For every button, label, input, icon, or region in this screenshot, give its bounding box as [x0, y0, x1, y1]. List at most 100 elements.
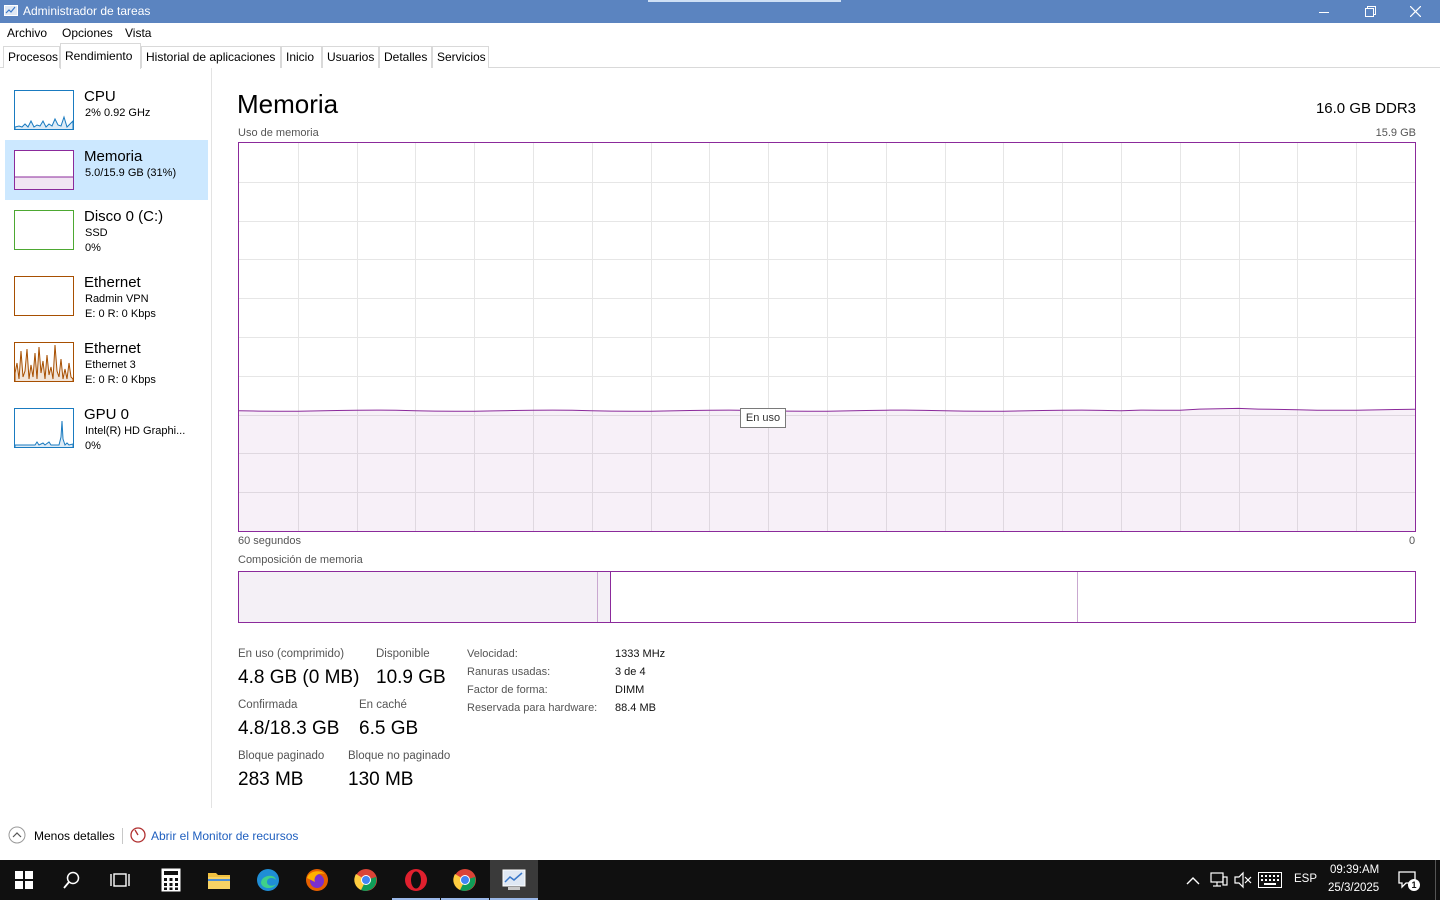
form-factor-label: Factor de forma: [467, 684, 548, 696]
composition-free [1079, 572, 1415, 622]
memory-usage: 5.0/15.9 GB (31%) [85, 167, 177, 179]
window-title: Administrador de tareas [23, 4, 151, 18]
menu-archivo[interactable]: Archivo [7, 26, 47, 40]
hardware-reserved-label: Reservada para hardware: [467, 702, 598, 714]
task-manager-icon [4, 4, 18, 18]
paged-pool-value: 283 MB [238, 769, 304, 790]
menu-vista[interactable]: Vista [125, 26, 151, 40]
file-explorer-app[interactable] [195, 860, 243, 900]
resource-monitor-icon [130, 827, 146, 848]
clock-time[interactable]: 09:39:AM [1330, 864, 1379, 876]
nonpaged-pool-label: Bloque no paginado [348, 750, 451, 762]
composition-label: Composición de memoria [238, 554, 363, 566]
firefox-app[interactable] [293, 860, 341, 900]
composition-in-use [239, 572, 598, 622]
in-use-label: En uso (comprimido) [238, 648, 345, 660]
disk-thumbnail [14, 210, 74, 250]
search-icon [63, 871, 80, 889]
show-desktop-button[interactable] [1435, 860, 1440, 900]
input-language[interactable]: ESP [1294, 873, 1317, 885]
minimize-button[interactable] [1301, 0, 1347, 23]
resource-disco[interactable]: Disco 0 (C:) SSD 0% [5, 200, 208, 260]
close-button[interactable] [1392, 0, 1438, 23]
graph-time-left: 60 segundos [238, 535, 301, 547]
committed-value: 4.8/18.3 GB [238, 718, 340, 739]
nonpaged-pool-value: 130 MB [348, 769, 414, 790]
chrome-icon [354, 869, 377, 891]
opera-app[interactable] [392, 860, 440, 900]
available-label: Disponible [376, 648, 430, 660]
resource-ethernet-3[interactable]: Ethernet Ethernet 3 E: 0 R: 0 Kbps [5, 332, 208, 392]
tab-usuarios[interactable]: Usuarios [322, 46, 379, 68]
footer-divider [122, 828, 123, 844]
restore-button[interactable] [1347, 0, 1393, 23]
cpu-title: CPU [84, 88, 116, 105]
committed-label: Confirmada [238, 699, 298, 711]
edge-app[interactable] [244, 860, 292, 900]
taskbar: ESP 09:39:AM 25/3/2025 1 [0, 860, 1440, 900]
gpu-usage: 0% [85, 440, 101, 452]
memory-spec: 16.0 GB DDR3 [1315, 100, 1416, 117]
resource-list: CPU 2% 0.92 GHz Memoria 5.0/15.9 GB (31%… [0, 68, 212, 808]
cached-label: En caché [359, 699, 407, 711]
memory-composition-bar [238, 571, 1416, 623]
opera-icon [405, 869, 427, 891]
start-button[interactable] [0, 860, 48, 900]
restore-icon [1364, 6, 1376, 17]
memory-usage-graph [238, 142, 1416, 532]
tab-strip: Procesos Rendimiento Historial de aplica… [0, 43, 1440, 69]
ethernet-3-adapter: Ethernet 3 [85, 359, 136, 371]
edge-icon [257, 869, 279, 891]
resource-cpu[interactable]: CPU 2% 0.92 GHz [5, 80, 208, 140]
task-manager-app[interactable] [490, 860, 538, 900]
ethernet-radmin-thumbnail [14, 276, 74, 316]
less-details-button[interactable]: Menos detalles [34, 829, 115, 843]
tab-inicio[interactable]: Inicio [281, 46, 322, 68]
ethernet-radmin-throughput: E: 0 R: 0 Kbps [85, 308, 156, 320]
page-title: Memoria [237, 89, 339, 119]
close-icon [1409, 6, 1421, 17]
menu-bar: Archivo Opciones Vista [0, 23, 1440, 43]
gpu-model: Intel(R) HD Graphi... [85, 425, 186, 437]
tab-rendimiento[interactable]: Rendimiento [60, 43, 141, 69]
resource-ethernet-radmin[interactable]: Ethernet Radmin VPN E: 0 R: 0 Kbps [5, 266, 208, 326]
search-button[interactable] [48, 860, 96, 900]
composition-modified [598, 572, 611, 622]
task-manager-icon [502, 869, 526, 890]
form-factor-value: DIMM [615, 684, 645, 696]
chrome-app[interactable] [342, 860, 390, 900]
in-use-value: 4.8 GB (0 MB) [238, 667, 360, 688]
clock-date[interactable]: 25/3/2025 [1328, 882, 1379, 894]
chevron-up-icon[interactable] [8, 826, 26, 849]
chrome-app-2[interactable] [441, 860, 489, 900]
open-resource-monitor-link[interactable]: Abrir el Monitor de recursos [151, 829, 298, 843]
tab-detalles[interactable]: Detalles [379, 46, 432, 68]
ethernet-3-throughput: E: 0 R: 0 Kbps [85, 374, 156, 386]
tab-servicios[interactable]: Servicios [432, 46, 489, 68]
calculator-app[interactable] [147, 860, 195, 900]
disk-type: SSD [85, 227, 108, 239]
resource-memoria[interactable]: Memoria 5.0/15.9 GB (31%) [5, 140, 208, 200]
composition-standby [612, 572, 1078, 622]
ethernet-radmin-adapter: Radmin VPN [85, 293, 149, 305]
folder-icon [208, 873, 230, 889]
disk-title: Disco 0 (C:) [84, 208, 164, 225]
slots-value: 3 de 4 [615, 666, 646, 678]
footer: Menos detalles Abrir el Monitor de recur… [0, 820, 1440, 850]
calculator-icon [161, 868, 181, 892]
network-icon[interactable] [1210, 871, 1228, 894]
paged-pool-label: Bloque paginado [238, 750, 325, 762]
keyboard-icon[interactable] [1258, 872, 1282, 893]
resource-gpu[interactable]: GPU 0 Intel(R) HD Graphi... 0% [5, 398, 208, 458]
task-view-button[interactable] [96, 860, 144, 900]
cpu-usage: 2% 0.92 GHz [85, 107, 151, 119]
menu-opciones[interactable]: Opciones [62, 26, 113, 40]
chevron-up-icon[interactable] [1186, 873, 1200, 891]
gpu-title: GPU 0 [84, 406, 130, 423]
speaker-muted-icon[interactable] [1234, 871, 1252, 894]
tab-procesos[interactable]: Procesos [3, 46, 60, 68]
tab-historial[interactable]: Historial de aplicaciones [141, 46, 281, 68]
title-bar: Administrador de tareas [0, 0, 1440, 23]
memory-usage-plot [239, 143, 1415, 531]
notification-count-badge: 1 [1408, 879, 1420, 891]
